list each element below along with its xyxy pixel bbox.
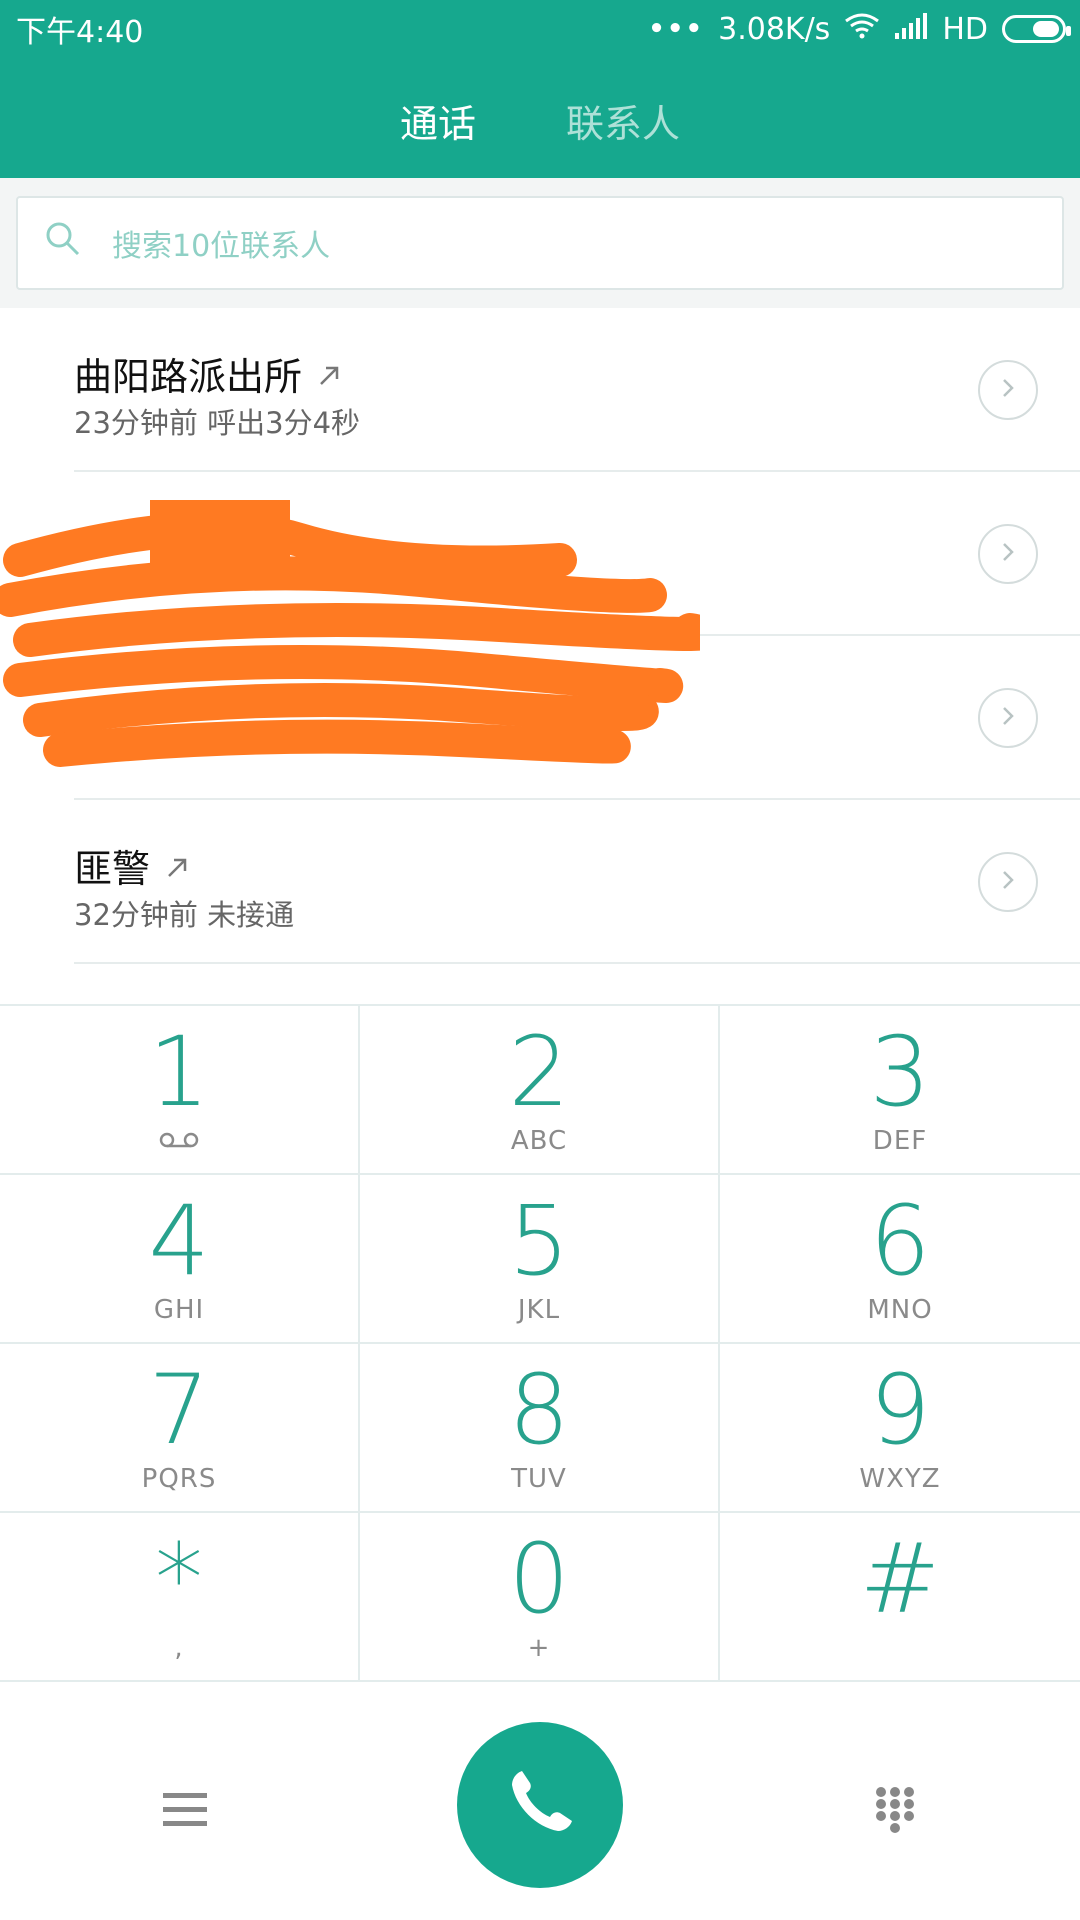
- keypad-toggle-button[interactable]: [860, 1772, 930, 1852]
- hd-indicator: HD: [942, 11, 988, 47]
- key-digit: 0: [508, 1523, 570, 1635]
- call-detail: 32分钟前 未接通: [74, 898, 295, 932]
- keypad-key-6[interactable]: 6 MNO: [720, 1175, 1080, 1344]
- keypad-key-3[interactable]: 3 DEF: [720, 1006, 1080, 1175]
- keypad-key-8[interactable]: 8 TUV: [360, 1344, 720, 1513]
- key-digit: 9: [869, 1354, 931, 1466]
- bottom-action-bar: [0, 1684, 1080, 1920]
- chevron-right-icon: [999, 376, 1017, 404]
- outgoing-arrow-icon: [166, 844, 188, 888]
- keypad-key-7[interactable]: 7 PQRS: [0, 1344, 360, 1513]
- keypad-key-star[interactable]: * ,: [0, 1513, 360, 1682]
- keypad-key-5[interactable]: 5 JKL: [360, 1175, 720, 1344]
- tab-calls[interactable]: 通话: [400, 93, 476, 148]
- key-digit: 6: [869, 1185, 931, 1297]
- keypad-key-2[interactable]: 2 ABC: [360, 1006, 720, 1175]
- signal-icon: [894, 12, 928, 47]
- redaction-scribble: [0, 500, 700, 767]
- call-detail-button[interactable]: [978, 852, 1038, 912]
- key-letters: DEF: [872, 1126, 928, 1156]
- key-digit: 8: [508, 1354, 570, 1466]
- key-digit: 2: [508, 1016, 570, 1128]
- chevron-right-icon: [999, 868, 1017, 896]
- key-letters: TUV: [511, 1464, 567, 1494]
- key-digit: 7: [148, 1354, 210, 1466]
- caller-name: 曲阳路派出所: [74, 355, 303, 399]
- status-bar: 下午4:40 ••• 3.08K/s HD: [0, 0, 1080, 58]
- keypad-key-9[interactable]: 9 WXYZ: [720, 1344, 1080, 1513]
- tab-contacts[interactable]: 联系人: [566, 93, 680, 148]
- key-digit: #: [859, 1523, 941, 1635]
- outgoing-arrow-icon: [318, 352, 340, 396]
- call-detail-button[interactable]: [978, 360, 1038, 420]
- key-digit: 5: [508, 1185, 570, 1297]
- call-detail-button[interactable]: [978, 688, 1038, 748]
- key-letters: ABC: [510, 1126, 568, 1156]
- status-time: 下午4:40: [16, 15, 144, 50]
- app-header: 下午4:40 ••• 3.08K/s HD 通话 联系人: [0, 0, 1080, 178]
- key-letters: +: [527, 1633, 551, 1663]
- call-log-item[interactable]: 匪警 32分钟前 未接通: [0, 800, 1080, 964]
- search-input[interactable]: 搜索10位联系人: [16, 196, 1064, 290]
- phone-icon: [498, 1761, 582, 1849]
- keypad-key-4[interactable]: 4 GHI: [0, 1175, 360, 1344]
- chevron-right-icon: [999, 704, 1017, 732]
- key-letters: JKL: [517, 1295, 561, 1325]
- search-area: 搜索10位联系人: [0, 178, 1080, 308]
- key-digit: 4: [148, 1185, 210, 1297]
- key-letters: PQRS: [141, 1464, 217, 1494]
- network-speed: 3.08K/s: [718, 11, 831, 47]
- caller-name: 匪警: [74, 847, 151, 891]
- key-letters: MNO: [867, 1295, 933, 1325]
- call-button[interactable]: [457, 1722, 623, 1888]
- hamburger-menu-icon: [161, 1791, 209, 1833]
- battery-icon: [1002, 15, 1071, 43]
- call-log-item[interactable]: 曲阳路派出所 23分钟前 呼出3分4秒: [0, 308, 1080, 472]
- keypad-key-1[interactable]: 1: [0, 1006, 360, 1175]
- key-digit: 1: [148, 1016, 210, 1128]
- top-tabs: 通话 联系人: [0, 70, 1080, 170]
- keypad-key-0[interactable]: 0 +: [360, 1513, 720, 1682]
- key-letters: WXYZ: [859, 1464, 941, 1494]
- keypad-key-hash[interactable]: #: [720, 1513, 1080, 1682]
- dialpad-icon: [873, 1784, 917, 1840]
- more-dots: •••: [648, 14, 705, 44]
- voicemail-icon: [0, 1126, 358, 1156]
- call-detail-button[interactable]: [978, 524, 1038, 584]
- key-letters: ,: [174, 1633, 184, 1663]
- menu-button[interactable]: [140, 1782, 230, 1842]
- wifi-icon: [844, 11, 880, 47]
- search-placeholder: 搜索10位联系人: [112, 229, 331, 264]
- key-digit: 3: [869, 1016, 931, 1128]
- chevron-right-icon: [999, 540, 1017, 568]
- dial-keypad: 1 2 ABC 3 DEF 4 GHI 5 JKL 6 MNO 7 PQRS 8…: [0, 1004, 1080, 1684]
- key-letters: GHI: [153, 1295, 205, 1325]
- key-digit: *: [155, 1523, 203, 1635]
- search-icon: [44, 220, 82, 266]
- call-detail: 23分钟前 呼出3分4秒: [74, 406, 361, 440]
